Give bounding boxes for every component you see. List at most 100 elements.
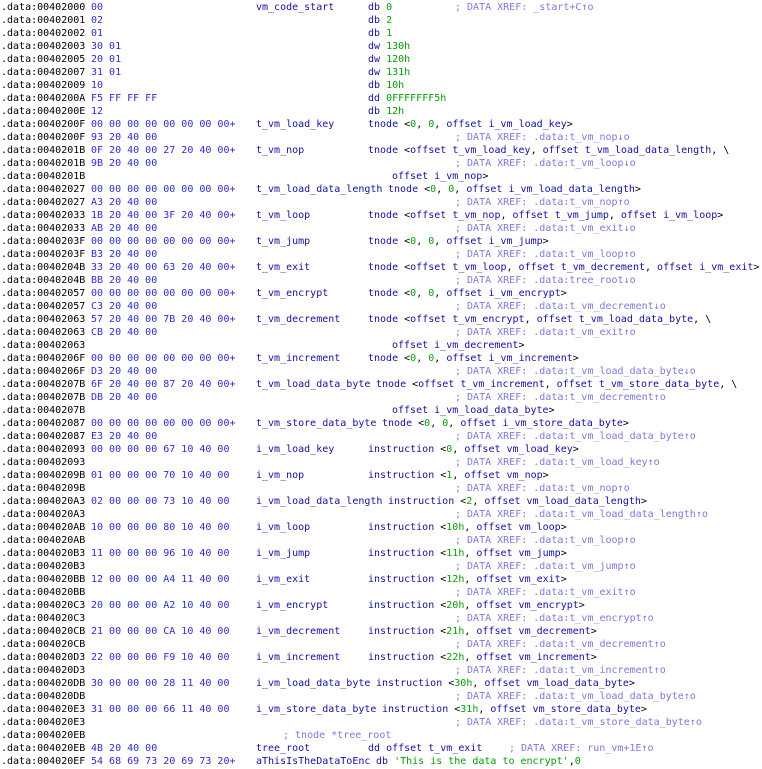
definition-text[interactable]: db 2 xyxy=(368,14,392,27)
symbol-name[interactable]: i_vm_loop xyxy=(256,521,310,534)
symbol-name[interactable]: i_vm_exit xyxy=(256,573,310,586)
definition-text[interactable]: instruction <20h, offset vm_encrypt> xyxy=(368,599,585,612)
definition-text[interactable]: dw 130h xyxy=(368,40,410,53)
definition-text[interactable]: tnode <offset t_vm_nop, offset t_vm_jump… xyxy=(368,209,723,222)
xref-comment[interactable]: ; DATA XREF: .data:t_vm_loop↓o xyxy=(455,157,636,170)
symbol-name[interactable]: i_vm_store_data_byte xyxy=(256,703,376,716)
xref-comment[interactable]: ; DATA XREF: .data:t_vm_loop↑o xyxy=(455,248,636,261)
definition-text[interactable]: dd 0FFFFFFF5h xyxy=(368,92,446,105)
xref-comment[interactable]: ; DATA XREF: .data:t_vm_increment↑o xyxy=(455,664,666,677)
symbol-name[interactable]: t_vm_load_data_length xyxy=(256,183,382,196)
symbol-name[interactable]: t_vm_load_data_byte xyxy=(256,378,370,391)
symbol-name[interactable]: t_vm_loop xyxy=(256,209,310,222)
xref-comment[interactable]: ; DATA XREF: .data:t_vm_nop↑o xyxy=(455,482,630,495)
symbol-name[interactable]: i_vm_load_key xyxy=(256,443,334,456)
definition-text[interactable]: dd offset t_vm_exit xyxy=(368,742,482,755)
definition-text[interactable]: offset i_vm_nop> xyxy=(392,170,488,183)
definition-text[interactable]: tnode <0, 0, offset i_vm_increment> xyxy=(368,352,579,365)
address-label: .data:00402087 xyxy=(1,418,86,429)
symbol-name[interactable]: aThisIsTheDataToEnc xyxy=(256,755,370,768)
symbol-name[interactable]: tree_root xyxy=(256,742,310,755)
definition-text[interactable]: instruction <10h, offset vm_loop> xyxy=(368,521,567,534)
xref-comment[interactable]: ; DATA XREF: .data:t_vm_load_data_length… xyxy=(455,508,708,521)
xref-comment[interactable]: ; DATA XREF: .data:t_vm_jump↑o xyxy=(455,560,636,573)
definition-text[interactable]: tnode <offset t_vm_increment, offset t_v… xyxy=(376,378,737,391)
address-label: .data:004020CB xyxy=(1,639,86,650)
definition-text[interactable]: db 10h xyxy=(368,79,404,92)
xref-comment[interactable]: ; DATA XREF: .data:t_vm_exit↑o xyxy=(455,586,636,599)
definition-text[interactable]: tnode <0, 0, offset i_vm_jump> xyxy=(368,235,549,248)
xref-comment[interactable]: ; DATA XREF: .data:t_vm_load_key↑o xyxy=(455,456,660,469)
xref-comment[interactable]: ; DATA XREF: .data:t_vm_nop↓o xyxy=(455,131,630,144)
comment-text[interactable]: ; tnode *tree_root xyxy=(283,729,391,742)
symbol-name[interactable]: i_vm_load_data_byte xyxy=(256,677,370,690)
definition-text[interactable]: offset i_vm_decrement> xyxy=(392,339,524,352)
byte-values: 11 00 00 00 96 10 40 00 xyxy=(91,548,230,559)
xref-comment[interactable]: ; DATA XREF: .data:t_vm_load_data_byte↑o xyxy=(455,690,696,703)
xref-comment[interactable]: ; DATA XREF: .data:t_vm_decrement↑o xyxy=(455,638,666,651)
address-label: .data:004020AB xyxy=(1,522,86,533)
definition-text[interactable]: tnode <0, 0, offset i_vm_store_data_byte… xyxy=(382,417,629,430)
byte-values: CB 20 40 00 xyxy=(91,327,158,338)
symbol-name[interactable]: t_vm_jump xyxy=(256,235,310,248)
symbol-name[interactable]: t_vm_nop xyxy=(256,144,304,157)
definition-text[interactable]: instruction <12h, offset vm_exit> xyxy=(368,573,567,586)
symbol-name[interactable]: t_vm_exit xyxy=(256,261,310,274)
definition-text[interactable]: dw 120h xyxy=(368,53,410,66)
byte-values: 10 xyxy=(91,80,104,91)
definition-text[interactable]: db 1 xyxy=(368,27,392,40)
definition-text[interactable]: instruction <1, offset vm_nop> xyxy=(368,469,549,482)
symbol-name[interactable]: i_vm_decrement xyxy=(256,625,340,638)
symbol-name[interactable]: t_vm_encrypt xyxy=(256,287,328,300)
listing-line: .data:00402005 20 01 dw 120h xyxy=(0,53,762,66)
definition-text[interactable]: tnode <offset t_vm_load_key, offset t_vm… xyxy=(368,144,729,157)
symbol-name[interactable]: t_vm_load_key xyxy=(256,118,334,131)
byte-values: DB 20 40 00 xyxy=(91,392,158,403)
symbol-name[interactable]: t_vm_store_data_byte xyxy=(256,417,376,430)
definition-text[interactable]: instruction <2, offset vm_load_data_leng… xyxy=(388,495,647,508)
xref-comment[interactable]: ; DATA XREF: .data:tree_root↓o xyxy=(455,274,636,287)
xref-comment[interactable]: ; DATA XREF: .data:t_vm_nop↑o xyxy=(455,196,630,209)
xref-comment[interactable]: ; DATA XREF: .data:t_vm_store_data_byte↑… xyxy=(455,716,702,729)
definition-text[interactable]: instruction <31h, offset vm_store_data_b… xyxy=(382,703,647,716)
definition-text[interactable]: db 'This is the data to encrypt',0 xyxy=(376,755,581,768)
symbol-name[interactable]: i_vm_increment xyxy=(256,651,340,664)
listing-line: .data:00402087 00 00 00 00 00 00 00 00+ t_… xyxy=(0,417,762,430)
xref-comment[interactable]: ; DATA XREF: .data:t_vm_loop↑o xyxy=(455,534,636,547)
definition-text[interactable]: instruction <21h, offset vm_decrement> xyxy=(368,625,597,638)
definition-text[interactable]: instruction <30h, offset vm_load_data_by… xyxy=(376,677,635,690)
xref-comment[interactable]: ; DATA XREF: .data:t_vm_encrypt↑o xyxy=(455,612,654,625)
symbol-name[interactable]: vm_code_start xyxy=(256,1,334,14)
xref-comment[interactable]: ; DATA XREF: .data:t_vm_decrement↑o xyxy=(455,391,666,404)
definition-text[interactable]: instruction <11h, offset vm_jump> xyxy=(368,547,567,560)
definition-text[interactable]: db 12h xyxy=(368,105,404,118)
symbol-name[interactable]: i_vm_nop xyxy=(256,469,304,482)
definition-text[interactable]: tnode <0, 0, offset i_vm_encrypt> xyxy=(368,287,567,300)
definition-text[interactable]: db 0 xyxy=(368,1,392,14)
definition-text[interactable]: instruction <22h, offset vm_increment> xyxy=(368,651,597,664)
byte-values: 00 00 00 00 00 00 00 00+ xyxy=(91,353,236,364)
xref-comment[interactable]: ; DATA XREF: .data:t_vm_load_data_byte↓o xyxy=(455,365,696,378)
symbol-name[interactable]: i_vm_load_data_length xyxy=(256,495,382,508)
address-label: .data:004020E3 xyxy=(1,717,86,728)
symbol-name[interactable]: i_vm_encrypt xyxy=(256,599,328,612)
xref-comment[interactable]: ; DATA XREF: .data:t_vm_decrement↓o xyxy=(455,300,666,313)
symbol-name[interactable]: t_vm_decrement xyxy=(256,313,340,326)
definition-text[interactable]: tnode <offset t_vm_loop, offset t_vm_dec… xyxy=(368,261,759,274)
address-label: .data:0040207B xyxy=(1,379,86,390)
xref-comment[interactable]: ; DATA XREF: _start+C↑o xyxy=(455,1,593,14)
definition-text[interactable]: tnode <0, 0, offset i_vm_load_data_lengt… xyxy=(388,183,641,196)
definition-text[interactable]: tnode <offset t_vm_encrypt, offset t_vm_… xyxy=(368,313,711,326)
listing-line: .data:0040207B DB 20 40 00 ; DATA XREF: .d… xyxy=(0,391,762,404)
definition-text[interactable]: instruction <0, offset vm_load_key> xyxy=(368,443,579,456)
symbol-name[interactable]: i_vm_jump xyxy=(256,547,310,560)
xref-comment[interactable]: ; DATA XREF: run_vm+1E↑o xyxy=(509,742,654,755)
address-label: .data:00402057 xyxy=(1,301,86,312)
definition-text[interactable]: dw 131h xyxy=(368,66,410,79)
xref-comment[interactable]: ; DATA XREF: .data:t_vm_load_data_byte↑o xyxy=(455,430,696,443)
definition-text[interactable]: tnode <0, 0, offset i_vm_load_key> xyxy=(368,118,573,131)
definition-text[interactable]: offset i_vm_load_data_byte> xyxy=(392,404,555,417)
xref-comment[interactable]: ; DATA XREF: .data:t_vm_exit↑o xyxy=(455,326,636,339)
symbol-name[interactable]: t_vm_increment xyxy=(256,352,340,365)
xref-comment[interactable]: ; DATA XREF: .data:t_vm_exit↓o xyxy=(455,222,636,235)
